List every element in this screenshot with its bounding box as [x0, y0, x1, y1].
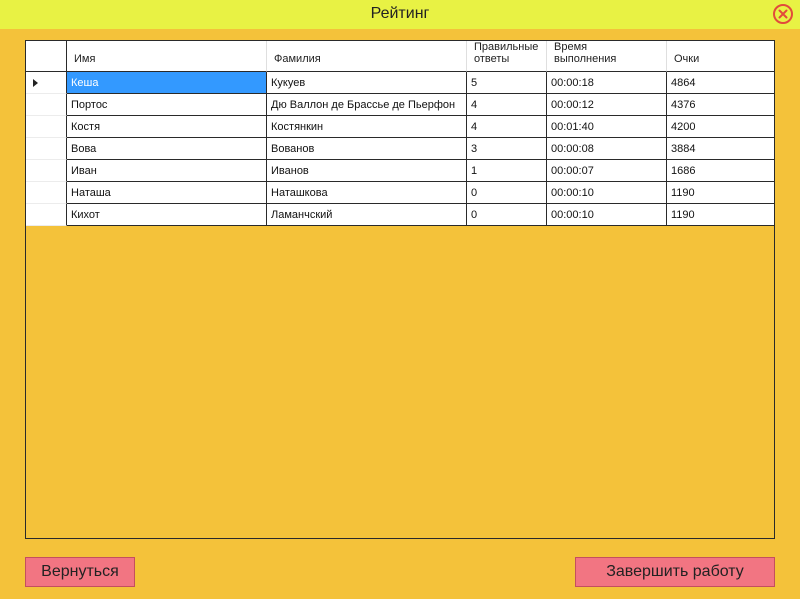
column-header-correct[interactable]: Правильные ответы: [467, 41, 547, 72]
cell-surname[interactable]: Иванов: [267, 160, 467, 182]
column-label: Время выполнения: [554, 41, 617, 65]
table-row[interactable]: Кеша Кукуев 5 00:00:18 4864: [26, 72, 774, 94]
column-label: Имя: [74, 53, 96, 65]
cell-name[interactable]: Вова: [67, 138, 267, 160]
column-header-time[interactable]: Время выполнения: [547, 41, 667, 72]
cell-name[interactable]: Портос: [67, 94, 267, 116]
column-header-score[interactable]: Очки: [667, 41, 774, 72]
row-header[interactable]: [26, 72, 67, 94]
cell-score[interactable]: 3884: [667, 138, 774, 160]
cell-name[interactable]: Иван: [67, 160, 267, 182]
cell-name[interactable]: Костя: [67, 116, 267, 138]
cell-name[interactable]: Наташа: [67, 182, 267, 204]
grid-header: Имя Фамилия Правильные ответы Время выпо…: [26, 41, 774, 72]
column-label: Фамилия: [274, 53, 321, 65]
row-header[interactable]: [26, 94, 67, 116]
cell-surname[interactable]: Дю Валлон де Брассье де Пьерфон: [267, 94, 467, 116]
cell-correct[interactable]: 0: [467, 204, 547, 226]
back-button[interactable]: Вернуться: [25, 557, 135, 587]
cell-score[interactable]: 1686: [667, 160, 774, 182]
cell-name[interactable]: Кеша: [67, 72, 267, 94]
cell-correct[interactable]: 5: [467, 72, 547, 94]
cell-correct[interactable]: 3: [467, 138, 547, 160]
column-header-surname[interactable]: Фамилия: [267, 41, 467, 72]
rating-grid[interactable]: Имя Фамилия Правильные ответы Время выпо…: [25, 40, 775, 539]
cell-surname[interactable]: Кукуев: [267, 72, 467, 94]
cell-score[interactable]: 4864: [667, 72, 774, 94]
cell-time[interactable]: 00:00:18: [547, 72, 667, 94]
table-row[interactable]: Костя Костянкин 4 00:01:40 4200: [26, 116, 774, 138]
row-header[interactable]: [26, 204, 67, 226]
cell-time[interactable]: 00:00:12: [547, 94, 667, 116]
table-row[interactable]: Портос Дю Валлон де Брассье де Пьерфон 4 00…: [26, 94, 774, 116]
table-row[interactable]: Наташа Наташкова 0 00:00:10 1190: [26, 182, 774, 204]
cell-score[interactable]: 4376: [667, 94, 774, 116]
cell-time[interactable]: 00:00:10: [547, 182, 667, 204]
cell-correct[interactable]: 4: [467, 116, 547, 138]
cell-surname[interactable]: Костянкин: [267, 116, 467, 138]
cell-surname[interactable]: Вованов: [267, 138, 467, 160]
cell-name[interactable]: Кихот: [67, 204, 267, 226]
row-header-corner: [26, 41, 67, 72]
cell-score[interactable]: 1190: [667, 182, 774, 204]
cell-score[interactable]: 4200: [667, 116, 774, 138]
cell-surname[interactable]: Ламанчский: [267, 204, 467, 226]
row-header[interactable]: [26, 138, 67, 160]
row-header[interactable]: [26, 116, 67, 138]
column-label: Очки: [674, 53, 700, 65]
table-row[interactable]: Иван Иванов 1 00:00:07 1686: [26, 160, 774, 182]
row-indicator-icon: [33, 79, 38, 87]
cell-surname[interactable]: Наташкова: [267, 182, 467, 204]
cell-correct[interactable]: 0: [467, 182, 547, 204]
cell-correct[interactable]: 4: [467, 94, 547, 116]
row-header[interactable]: [26, 160, 67, 182]
cell-correct[interactable]: 1: [467, 160, 547, 182]
close-icon: [778, 9, 788, 19]
cell-time[interactable]: 00:00:08: [547, 138, 667, 160]
column-label: Правильные ответы: [474, 41, 539, 65]
window-title: Рейтинг: [370, 5, 430, 22]
table-row[interactable]: Кихот Ламанчский 0 00:00:10 1190: [26, 204, 774, 226]
cell-score[interactable]: 1190: [667, 204, 774, 226]
cell-time[interactable]: 00:00:10: [547, 204, 667, 226]
finish-button[interactable]: Завершить работу: [575, 557, 775, 587]
cell-time[interactable]: 00:01:40: [547, 116, 667, 138]
row-header[interactable]: [26, 182, 67, 204]
table-row[interactable]: Вова Вованов 3 00:00:08 3884: [26, 138, 774, 160]
cell-time[interactable]: 00:00:07: [547, 160, 667, 182]
column-header-name[interactable]: Имя: [67, 41, 267, 72]
close-button[interactable]: [773, 4, 793, 24]
